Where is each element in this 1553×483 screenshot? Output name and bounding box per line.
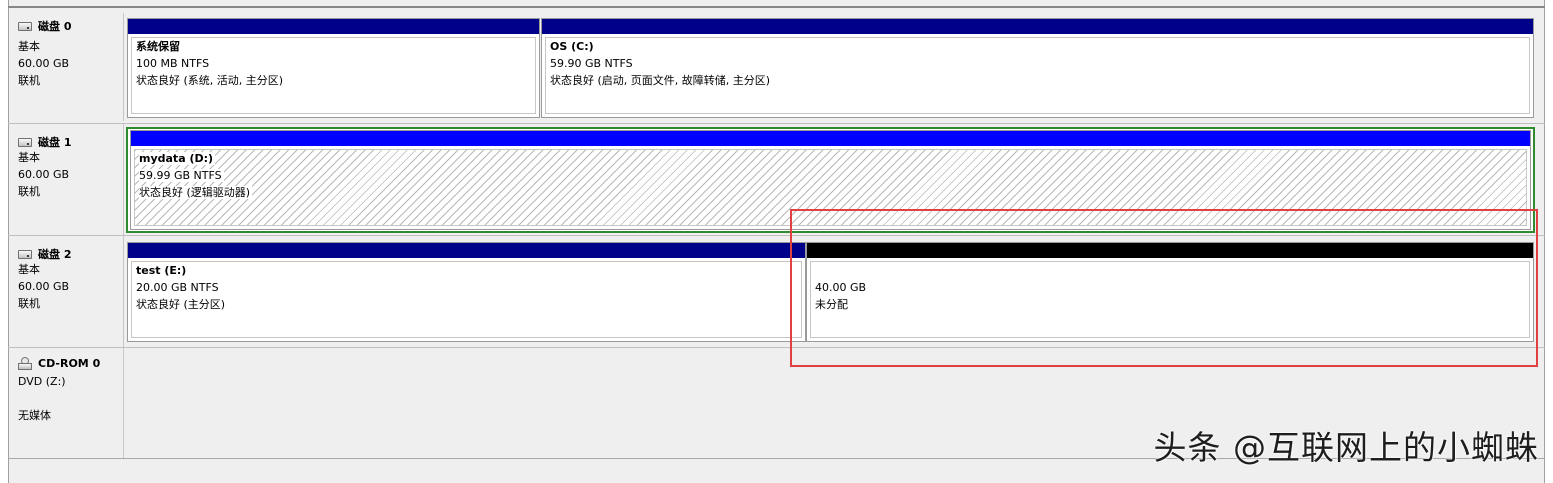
disk-info-1[interactable]: 磁盘 1 基本 60.00 GB 联机 xyxy=(8,124,124,236)
partition-system-reserved[interactable]: 系统保留 100 MB NTFS 状态良好 (系统, 活动, 主分区) xyxy=(127,18,540,118)
partition-title: mydata (D:) xyxy=(139,152,216,165)
partition-test-e[interactable]: test (E:) 20.00 GB NTFS 状态良好 (主分区) xyxy=(127,242,806,342)
partition-bar-logical xyxy=(131,131,1530,146)
cdrom-drive: DVD (Z:) xyxy=(18,375,66,388)
cdrom-name: CD-ROM 0 xyxy=(38,356,101,370)
partition-title: OS (C:) xyxy=(550,40,594,53)
disk-name-line: 磁盘 1 xyxy=(18,135,71,149)
partition-content: OS (C:) 59.90 GB NTFS 状态良好 (启动, 页面文件, 故障… xyxy=(545,37,1530,114)
cdrom-status: 无媒体 xyxy=(18,409,51,422)
watermark: 头条 @互联网上的小蜘蛛 xyxy=(1153,428,1539,467)
highlight-annotation-box xyxy=(790,209,1538,367)
cdrom-name-line: CD-ROM 0 xyxy=(18,356,100,370)
partition-status: 状态良好 (逻辑驱动器) xyxy=(139,186,253,199)
disk-name-line: 磁盘 0 xyxy=(18,19,71,33)
disk-info-0[interactable]: 磁盘 0 基本 60.00 GB 联机 xyxy=(8,13,124,121)
partition-status: 状态良好 (主分区) xyxy=(136,298,226,311)
cd-rom-icon xyxy=(18,356,32,370)
partition-status: 状态良好 (启动, 页面文件, 故障转储, 主分区) xyxy=(550,74,771,87)
partition-size: 59.90 GB NTFS xyxy=(550,57,633,70)
disk-size: 60.00 GB xyxy=(18,57,70,70)
cdrom-info[interactable]: CD-ROM 0 DVD (Z:) 无媒体 xyxy=(8,348,124,458)
disk-type: 基本 xyxy=(18,151,40,164)
hard-disk-icon xyxy=(18,137,32,147)
hard-disk-icon xyxy=(18,21,32,31)
partition-content: test (E:) 20.00 GB NTFS 状态良好 (主分区) xyxy=(131,261,802,338)
partition-bar-primary xyxy=(128,243,805,258)
partition-size: 100 MB NTFS xyxy=(136,57,210,70)
partition-size: 59.99 GB NTFS xyxy=(139,169,224,182)
partition-size: 20.00 GB NTFS xyxy=(136,281,219,294)
disk-size: 60.00 GB xyxy=(18,280,70,293)
disk-size: 60.00 GB xyxy=(18,168,70,181)
disk-name-line: 磁盘 2 xyxy=(18,247,71,261)
disk-status: 联机 xyxy=(18,74,40,87)
disk-name: 磁盘 2 xyxy=(38,248,72,261)
disk-info-2[interactable]: 磁盘 2 基本 60.00 GB 联机 xyxy=(8,236,124,348)
partition-os-c[interactable]: OS (C:) 59.90 GB NTFS 状态良好 (启动, 页面文件, 故障… xyxy=(541,18,1534,118)
partition-title: test (E:) xyxy=(136,264,187,277)
disk-name: 磁盘 0 xyxy=(38,20,72,33)
partition-bar-primary xyxy=(128,19,539,34)
disk-status: 联机 xyxy=(18,297,40,310)
disk-type: 基本 xyxy=(18,40,40,53)
partition-bar-primary xyxy=(542,19,1533,34)
partition-content: 系统保留 100 MB NTFS 状态良好 (系统, 活动, 主分区) xyxy=(131,37,536,114)
disk-name: 磁盘 1 xyxy=(38,136,72,149)
top-divider xyxy=(8,6,1545,8)
partition-status: 状态良好 (系统, 活动, 主分区) xyxy=(136,74,284,87)
disk-type: 基本 xyxy=(18,263,40,276)
hard-disk-icon xyxy=(18,249,32,259)
disk-status: 联机 xyxy=(18,185,40,198)
partition-title: 系统保留 xyxy=(136,40,180,53)
